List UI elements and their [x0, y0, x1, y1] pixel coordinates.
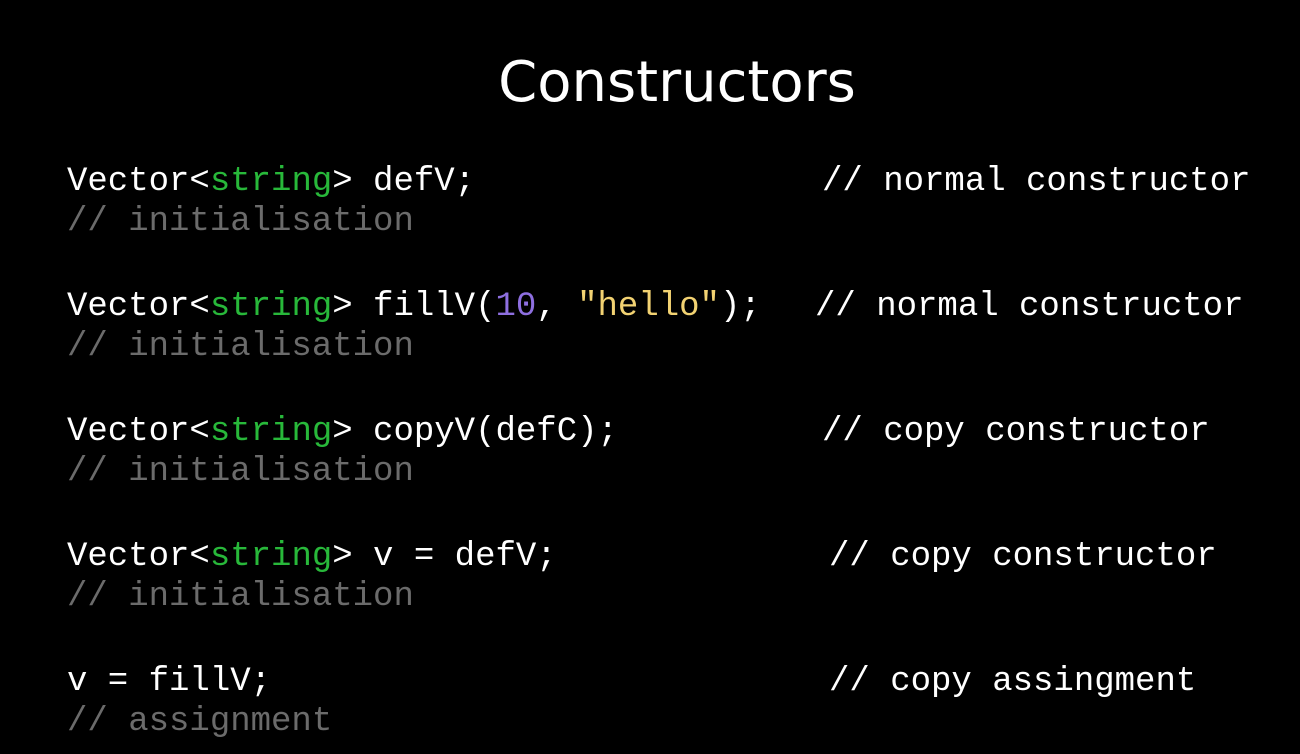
- angle-open: <: [189, 163, 210, 201]
- trailing-comment-5: // copy assingment: [829, 663, 1197, 701]
- template-param: string: [209, 163, 333, 201]
- code-line-4: Vector<string> v = defV;: [67, 537, 557, 577]
- code-line-3: Vector<string> copyV(defC);: [67, 412, 618, 452]
- type-name: Vector: [67, 163, 190, 201]
- code-rest: defV;: [352, 163, 476, 201]
- type-name: Vector: [67, 413, 190, 451]
- angle-close: >: [332, 288, 353, 326]
- code-line-2: Vector<string> fillV(10, "hello");: [67, 287, 761, 327]
- code-rest: copyV(defC);: [352, 413, 618, 451]
- angle-open: <: [189, 413, 210, 451]
- type-name: Vector: [67, 288, 190, 326]
- angle-close: >: [332, 538, 353, 576]
- type-name: Vector: [67, 538, 190, 576]
- code-line-5: v = fillV;: [67, 663, 272, 701]
- separator: ,: [536, 288, 578, 326]
- template-param: string: [209, 288, 333, 326]
- note-comment-3: // initialisation: [67, 453, 414, 491]
- note-comment-2: // initialisation: [67, 328, 414, 366]
- template-param: string: [209, 413, 333, 451]
- slide: Constructors Vector<string> defV; // nor…: [0, 0, 1300, 754]
- template-param: string: [209, 538, 333, 576]
- angle-close: >: [332, 413, 353, 451]
- code-rest: );: [719, 288, 761, 326]
- trailing-comment-4: // copy constructor: [829, 538, 1217, 576]
- note-comment-1: // initialisation: [67, 203, 414, 241]
- number-literal: 10: [495, 288, 537, 326]
- code-line-1: Vector<string> defV;: [67, 162, 475, 202]
- note-comment-4: // initialisation: [67, 578, 414, 616]
- angle-open: <: [189, 538, 210, 576]
- note-comment-5: // assignment: [67, 703, 333, 741]
- code-rest: v = defV;: [352, 538, 557, 576]
- trailing-comment-2: // normal constructor: [815, 288, 1244, 326]
- angle-close: >: [332, 163, 353, 201]
- angle-open: <: [189, 288, 210, 326]
- slide-title: Constructors: [498, 50, 856, 115]
- trailing-comment-3: // copy constructor: [822, 413, 1210, 451]
- trailing-comment-1: // normal constructor: [822, 163, 1251, 201]
- string-literal: "hello": [577, 288, 720, 326]
- code-rest: fillV(: [352, 288, 496, 326]
